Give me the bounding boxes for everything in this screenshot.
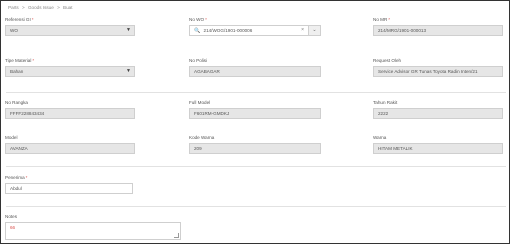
no-mr-label: No MR* bbox=[373, 17, 391, 22]
penerima-label: Penerima* bbox=[5, 175, 28, 180]
tahun-rakit-field: 2222 bbox=[373, 108, 503, 119]
referensi-gi-select[interactable]: WO ▼ bbox=[5, 25, 135, 36]
kode-warna-label: Kode Warna bbox=[189, 135, 215, 140]
no-wo-value: 214/WOG/1901-000006 bbox=[203, 28, 253, 33]
model-label: Model bbox=[5, 135, 18, 140]
kode-warna-field: 209 bbox=[189, 143, 321, 154]
caret-down-icon: ▼ bbox=[126, 27, 131, 33]
no-wo-label: No WO* bbox=[189, 17, 207, 22]
breadcrumb: Parts > Goods Issue > Buat bbox=[8, 5, 74, 10]
section-divider bbox=[6, 206, 506, 207]
notes-textarea[interactable]: 66 bbox=[5, 222, 181, 240]
no-rangka-field: FFFF228843434 bbox=[5, 108, 135, 119]
resize-handle[interactable] bbox=[174, 233, 179, 238]
warna-label: Warna bbox=[373, 135, 387, 140]
chevron-down-icon: ⌄ bbox=[312, 27, 317, 33]
no-rangka-label: No Rangka bbox=[5, 100, 28, 105]
tipe-material-select[interactable]: Bahan ▼ bbox=[5, 66, 135, 77]
no-wo-search-input[interactable]: 🔍 214/WOG/1901-000006 × bbox=[189, 25, 309, 36]
breadcrumb-parts[interactable]: Parts bbox=[8, 5, 19, 10]
tipe-material-label: Tipe Material* bbox=[5, 58, 35, 63]
no-wo-dropdown-button[interactable]: ⌄ bbox=[308, 25, 321, 36]
caret-down-icon: ▼ bbox=[126, 68, 131, 74]
section-divider bbox=[6, 166, 506, 167]
page-frame bbox=[0, 0, 510, 244]
penerima-input[interactable]: Abdul bbox=[5, 183, 133, 194]
referensi-gi-value: WO bbox=[10, 28, 18, 33]
referensi-gi-label: Referensi GI* bbox=[5, 17, 34, 22]
no-mr-field: 214/MRG/1901-000013 bbox=[373, 25, 503, 36]
request-oleh-field: Service Advisor GR Tunas Toyota Radin In… bbox=[373, 66, 503, 77]
notes-label: Notes bbox=[5, 214, 18, 219]
no-polisi-label: No Polisi bbox=[189, 58, 208, 63]
model-field: AVANZA bbox=[5, 143, 135, 154]
breadcrumb-current: Buat bbox=[63, 5, 73, 10]
breadcrumb-separator: > bbox=[57, 5, 60, 10]
warna-field: HITAM METALIK bbox=[373, 143, 503, 154]
clear-icon[interactable]: × bbox=[301, 26, 304, 35]
tipe-material-value: Bahan bbox=[10, 69, 24, 74]
full-model-field: F601RM-GMDKJ bbox=[189, 108, 321, 119]
request-oleh-label: Request Oleh bbox=[373, 58, 402, 63]
full-model-label: Full Model bbox=[189, 100, 211, 105]
breadcrumb-goods-issue[interactable]: Goods Issue bbox=[28, 5, 54, 10]
breadcrumb-separator: > bbox=[22, 5, 25, 10]
tahun-rakit-label: Tahun Rakit bbox=[373, 100, 398, 105]
section-divider bbox=[6, 92, 506, 93]
search-icon: 🔍 bbox=[194, 28, 201, 34]
no-polisi-field: AGABAGAR bbox=[189, 66, 321, 77]
